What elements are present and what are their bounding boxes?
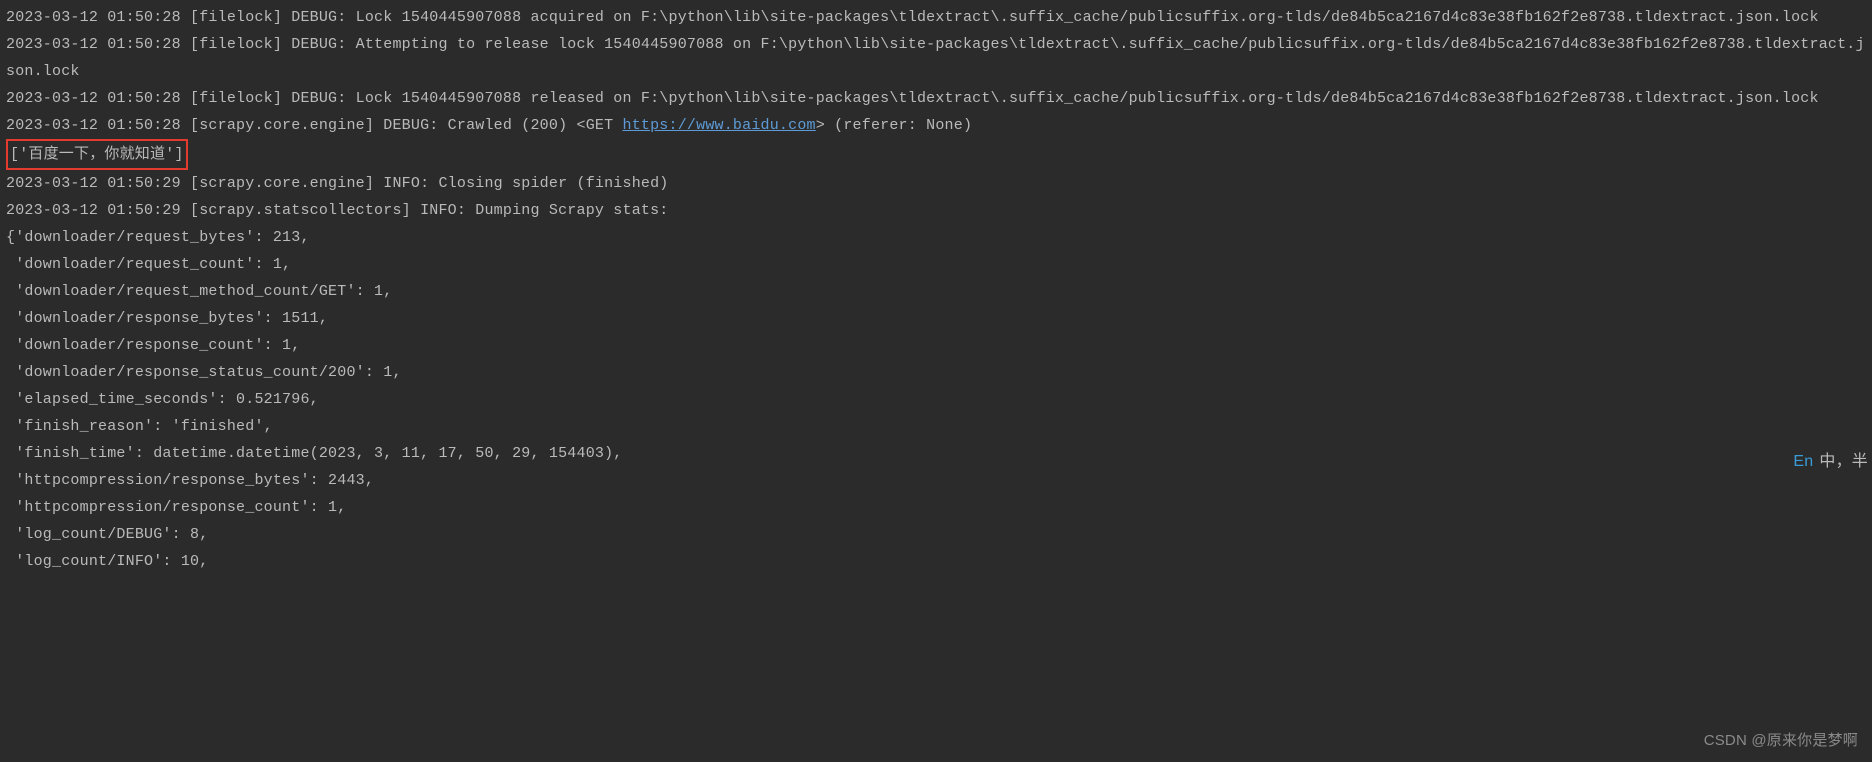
ime-mode: 中，半	[1819, 448, 1868, 475]
log-line: 2023-03-12 01:50:28 [scrapy.core.engine]…	[6, 112, 1866, 139]
stats-line: 'httpcompression/response_count': 1,	[6, 494, 1866, 521]
stats-line: 'finish_time': datetime.datetime(2023, 3…	[6, 440, 1866, 467]
stats-line: 'downloader/request_count': 1,	[6, 251, 1866, 278]
ime-language: En	[1793, 448, 1813, 475]
log-text: > (referer: None)	[816, 117, 972, 134]
stats-line: 'httpcompression/response_bytes': 2443,	[6, 467, 1866, 494]
log-line: 2023-03-12 01:50:29 [scrapy.core.engine]…	[6, 170, 1866, 197]
stats-line: 'downloader/request_method_count/GET': 1…	[6, 278, 1866, 305]
stats-line: 'downloader/response_bytes': 1511,	[6, 305, 1866, 332]
stats-line: 'finish_reason': 'finished',	[6, 413, 1866, 440]
stats-line: 'elapsed_time_seconds': 0.521796,	[6, 386, 1866, 413]
stats-line: 'log_count/INFO': 10,	[6, 548, 1866, 575]
log-line: 2023-03-12 01:50:28 [filelock] DEBUG: Lo…	[6, 85, 1866, 112]
highlighted-output: ['百度一下，你就知道']	[6, 139, 188, 170]
ime-indicator[interactable]: En 中，半	[1793, 448, 1868, 475]
log-line: 2023-03-12 01:50:28 [filelock] DEBUG: Lo…	[6, 4, 1866, 31]
crawled-url-link[interactable]: https://www.baidu.com	[623, 117, 816, 134]
stats-line: {'downloader/request_bytes': 213,	[6, 224, 1866, 251]
spider-output-line: ['百度一下，你就知道']	[6, 139, 1866, 170]
stats-line: 'downloader/response_count': 1,	[6, 332, 1866, 359]
stats-line: 'downloader/response_status_count/200': …	[6, 359, 1866, 386]
stats-line: 'log_count/DEBUG': 8,	[6, 521, 1866, 548]
log-line: 2023-03-12 01:50:28 [filelock] DEBUG: At…	[6, 31, 1866, 85]
log-line: 2023-03-12 01:50:29 [scrapy.statscollect…	[6, 197, 1866, 224]
log-text: 2023-03-12 01:50:28 [scrapy.core.engine]…	[6, 117, 623, 134]
csdn-watermark: CSDN @原来你是梦啊	[1704, 727, 1858, 754]
console-output[interactable]: 2023-03-12 01:50:28 [filelock] DEBUG: Lo…	[6, 4, 1866, 575]
